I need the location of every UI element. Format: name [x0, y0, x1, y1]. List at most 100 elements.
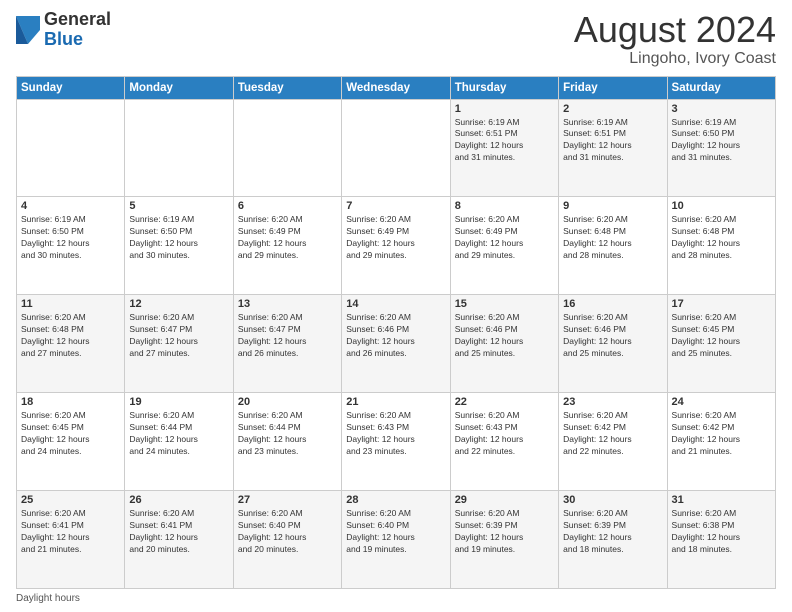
calendar-cell: 17 Sunrise: 6:20 AM Sunset: 6:45 PM Dayli… [667, 295, 775, 393]
day-info: Sunrise: 6:20 AM Sunset: 6:48 PM Dayligh… [563, 214, 662, 262]
day-number: 28 [346, 494, 445, 506]
day-info: Sunrise: 6:20 AM Sunset: 6:42 PM Dayligh… [563, 410, 662, 458]
calendar-cell: 19 Sunrise: 6:20 AM Sunset: 6:44 PM Dayli… [125, 393, 233, 491]
day-info: Sunrise: 6:20 AM Sunset: 6:43 PM Dayligh… [455, 410, 554, 458]
col-thursday: Thursday [450, 76, 558, 99]
calendar-cell: 7 Sunrise: 6:20 AM Sunset: 6:49 PM Daylig… [342, 197, 450, 295]
calendar-body: 1 Sunrise: 6:19 AM Sunset: 6:51 PM Daylig… [17, 99, 776, 588]
calendar-cell: 10 Sunrise: 6:20 AM Sunset: 6:48 PM Dayli… [667, 197, 775, 295]
logo-icon [16, 16, 40, 44]
logo-general: General [44, 10, 111, 30]
day-number: 14 [346, 298, 445, 310]
day-number: 19 [129, 396, 228, 408]
col-sunday: Sunday [17, 76, 125, 99]
calendar-cell: 26 Sunrise: 6:20 AM Sunset: 6:41 PM Dayli… [125, 491, 233, 589]
day-info: Sunrise: 6:19 AM Sunset: 6:50 PM Dayligh… [129, 214, 228, 262]
logo: General Blue [16, 10, 111, 50]
day-info: Sunrise: 6:20 AM Sunset: 6:47 PM Dayligh… [129, 312, 228, 360]
day-number: 11 [21, 298, 120, 310]
day-info: Sunrise: 6:20 AM Sunset: 6:41 PM Dayligh… [21, 508, 120, 556]
calendar-week-5: 25 Sunrise: 6:20 AM Sunset: 6:41 PM Dayli… [17, 491, 776, 589]
calendar-cell: 1 Sunrise: 6:19 AM Sunset: 6:51 PM Daylig… [450, 99, 558, 197]
calendar-cell: 4 Sunrise: 6:19 AM Sunset: 6:50 PM Daylig… [17, 197, 125, 295]
calendar-week-1: 1 Sunrise: 6:19 AM Sunset: 6:51 PM Daylig… [17, 99, 776, 197]
calendar-cell: 2 Sunrise: 6:19 AM Sunset: 6:51 PM Daylig… [559, 99, 667, 197]
day-number: 30 [563, 494, 662, 506]
day-number: 24 [672, 396, 771, 408]
page: General Blue August 2024 Lingoho, Ivory … [0, 0, 792, 612]
footer-note: Daylight hours [16, 593, 776, 604]
day-number: 1 [455, 103, 554, 115]
day-info: Sunrise: 6:20 AM Sunset: 6:49 PM Dayligh… [346, 214, 445, 262]
day-info: Sunrise: 6:20 AM Sunset: 6:49 PM Dayligh… [455, 214, 554, 262]
calendar-cell: 11 Sunrise: 6:20 AM Sunset: 6:48 PM Dayli… [17, 295, 125, 393]
col-saturday: Saturday [667, 76, 775, 99]
calendar-cell [17, 99, 125, 197]
day-info: Sunrise: 6:20 AM Sunset: 6:47 PM Dayligh… [238, 312, 337, 360]
day-info: Sunrise: 6:19 AM Sunset: 6:51 PM Dayligh… [563, 117, 662, 165]
day-info: Sunrise: 6:20 AM Sunset: 6:48 PM Dayligh… [672, 214, 771, 262]
day-info: Sunrise: 6:20 AM Sunset: 6:46 PM Dayligh… [455, 312, 554, 360]
day-number: 4 [21, 200, 120, 212]
calendar-cell: 14 Sunrise: 6:20 AM Sunset: 6:46 PM Dayli… [342, 295, 450, 393]
col-tuesday: Tuesday [233, 76, 341, 99]
day-info: Sunrise: 6:20 AM Sunset: 6:49 PM Dayligh… [238, 214, 337, 262]
col-wednesday: Wednesday [342, 76, 450, 99]
day-info: Sunrise: 6:19 AM Sunset: 6:51 PM Dayligh… [455, 117, 554, 165]
day-number: 27 [238, 494, 337, 506]
calendar-cell: 16Sunrise: 6:20 AM Sunset: 6:46 PM Dayli… [559, 295, 667, 393]
calendar-week-4: 18Sunrise: 6:20 AM Sunset: 6:45 PM Dayli… [17, 393, 776, 491]
day-info: Sunrise: 6:20 AM Sunset: 6:44 PM Dayligh… [129, 410, 228, 458]
calendar-cell: 6 Sunrise: 6:20 AM Sunset: 6:49 PM Daylig… [233, 197, 341, 295]
day-info: Sunrise: 6:20 AM Sunset: 6:46 PM Dayligh… [346, 312, 445, 360]
calendar-cell: 30Sunrise: 6:20 AM Sunset: 6:39 PM Dayli… [559, 491, 667, 589]
calendar-cell: 5Sunrise: 6:19 AM Sunset: 6:50 PM Daylig… [125, 197, 233, 295]
logo-blue: Blue [44, 30, 111, 50]
day-number: 2 [563, 103, 662, 115]
calendar-cell: 21Sunrise: 6:20 AM Sunset: 6:43 PM Dayli… [342, 393, 450, 491]
calendar-cell: 3Sunrise: 6:19 AM Sunset: 6:50 PM Daylig… [667, 99, 775, 197]
logo-text: General Blue [44, 10, 111, 50]
day-number: 6 [238, 200, 337, 212]
day-info: Sunrise: 6:20 AM Sunset: 6:40 PM Dayligh… [238, 508, 337, 556]
calendar-week-2: 4 Sunrise: 6:19 AM Sunset: 6:50 PM Daylig… [17, 197, 776, 295]
calendar-cell: 12 Sunrise: 6:20 AM Sunset: 6:47 PM Dayli… [125, 295, 233, 393]
day-number: 26 [129, 494, 228, 506]
day-info: Sunrise: 6:20 AM Sunset: 6:40 PM Dayligh… [346, 508, 445, 556]
day-number: 20 [238, 396, 337, 408]
day-number: 13 [238, 298, 337, 310]
day-number: 15 [455, 298, 554, 310]
title-block: August 2024 Lingoho, Ivory Coast [574, 10, 776, 68]
calendar-cell: 24 Sunrise: 6:20 AM Sunset: 6:42 PM Dayli… [667, 393, 775, 491]
day-number: 25 [21, 494, 120, 506]
day-number: 7 [346, 200, 445, 212]
day-info: Sunrise: 6:20 AM Sunset: 6:45 PM Dayligh… [21, 410, 120, 458]
calendar-cell [342, 99, 450, 197]
day-info: Sunrise: 6:19 AM Sunset: 6:50 PM Dayligh… [21, 214, 120, 262]
day-info: Sunrise: 6:20 AM Sunset: 6:41 PM Dayligh… [129, 508, 228, 556]
calendar-cell: 23Sunrise: 6:20 AM Sunset: 6:42 PM Dayli… [559, 393, 667, 491]
col-monday: Monday [125, 76, 233, 99]
calendar: Sunday Monday Tuesday Wednesday Thursday… [16, 76, 776, 589]
calendar-cell: 9Sunrise: 6:20 AM Sunset: 6:48 PM Daylig… [559, 197, 667, 295]
day-number: 17 [672, 298, 771, 310]
day-info: Sunrise: 6:20 AM Sunset: 6:45 PM Dayligh… [672, 312, 771, 360]
day-number: 10 [672, 200, 771, 212]
day-info: Sunrise: 6:20 AM Sunset: 6:38 PM Dayligh… [672, 508, 771, 556]
calendar-cell: 25 Sunrise: 6:20 AM Sunset: 6:41 PM Dayli… [17, 491, 125, 589]
daylight-label: Daylight hours [16, 593, 80, 604]
day-info: Sunrise: 6:20 AM Sunset: 6:42 PM Dayligh… [672, 410, 771, 458]
calendar-cell: 27 Sunrise: 6:20 AM Sunset: 6:40 PM Dayli… [233, 491, 341, 589]
title-location: Lingoho, Ivory Coast [574, 50, 776, 68]
calendar-cell: 22 Sunrise: 6:20 AM Sunset: 6:43 PM Dayli… [450, 393, 558, 491]
day-info: Sunrise: 6:20 AM Sunset: 6:48 PM Dayligh… [21, 312, 120, 360]
header: General Blue August 2024 Lingoho, Ivory … [16, 10, 776, 68]
calendar-week-3: 11 Sunrise: 6:20 AM Sunset: 6:48 PM Dayli… [17, 295, 776, 393]
day-number: 31 [672, 494, 771, 506]
day-info: Sunrise: 6:20 AM Sunset: 6:44 PM Dayligh… [238, 410, 337, 458]
day-number: 3 [672, 103, 771, 115]
calendar-cell [233, 99, 341, 197]
day-number: 22 [455, 396, 554, 408]
day-info: Sunrise: 6:20 AM Sunset: 6:46 PM Dayligh… [563, 312, 662, 360]
day-number: 12 [129, 298, 228, 310]
